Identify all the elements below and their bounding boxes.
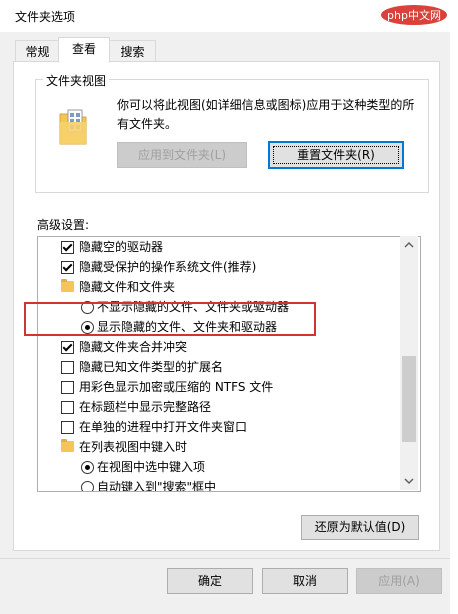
item-label: 用彩色显示加密或压缩的 NTFS 文件 — [79, 380, 274, 394]
tab-label: 查看 — [71, 42, 96, 56]
radio-button[interactable] — [81, 461, 94, 474]
button-label: 还原为默认值(D) — [314, 520, 406, 534]
checkbox[interactable] — [61, 361, 74, 374]
footer-divider — [0, 558, 450, 559]
item-label: 隐藏空的驱动器 — [79, 240, 164, 254]
item-label: 在列表视图中键入时 — [79, 440, 188, 454]
checkbox[interactable] — [61, 381, 74, 394]
folder-views-description: 你可以将此视图(如详细信息或图标)应用于这种类型的所有文件夹。 — [117, 98, 415, 131]
folder-icon — [61, 439, 74, 452]
scroll-down-icon[interactable] — [404, 477, 414, 485]
reset-folders-button[interactable]: 重置文件夹(R) — [268, 141, 404, 169]
tab-view[interactable]: 查看 — [58, 37, 110, 63]
advanced-settings-label: 高级设置: — [37, 218, 90, 232]
folder-icon — [61, 279, 74, 292]
background-strip — [450, 0, 458, 614]
button-label: 取消 — [292, 574, 317, 588]
button-label: 应用到文件夹(L) — [137, 148, 227, 162]
folder-view-icon — [59, 109, 87, 145]
tab-general[interactable]: 常规 — [15, 40, 60, 63]
checkbox[interactable] — [61, 341, 74, 354]
scroll-up-icon[interactable] — [404, 241, 414, 249]
tab-label: 常规 — [25, 45, 50, 59]
checkbox[interactable] — [61, 241, 74, 254]
php-logo: php中文网 — [381, 5, 447, 25]
button-label: 应用(A) — [378, 574, 420, 588]
checkbox[interactable] — [61, 421, 74, 434]
item-label: 隐藏受保护的操作系统文件(推荐) — [79, 260, 257, 274]
apply-button[interactable]: 应用(A) — [356, 568, 442, 594]
item-label: 隐藏文件和文件夹 — [79, 280, 176, 294]
item-label: 自动键入到"搜索"框中 — [97, 480, 217, 492]
cancel-button[interactable]: 取消 — [262, 568, 348, 594]
item-label: 在单独的进程中打开文件夹窗口 — [79, 420, 248, 434]
item-label: 在视图中选中键入项 — [97, 460, 206, 474]
checkbox[interactable] — [61, 401, 74, 414]
window-title: 文件夹选项 — [15, 10, 76, 24]
item-label: 在标题栏中显示完整路径 — [79, 400, 212, 414]
tab-search[interactable]: 搜索 — [109, 40, 156, 63]
highlight-annotation-box — [24, 302, 316, 336]
tab-label: 搜索 — [120, 45, 145, 59]
apply-to-folders-button[interactable]: 应用到文件夹(L) — [117, 142, 247, 168]
scrollbar-thumb[interactable] — [402, 356, 416, 442]
radio-button[interactable] — [81, 481, 94, 491]
checkbox[interactable] — [61, 261, 74, 274]
restore-defaults-button[interactable]: 还原为默认值(D) — [301, 515, 419, 540]
button-label: 重置文件夹(R) — [297, 148, 375, 162]
logo-text: php中文网 — [387, 8, 441, 22]
item-label: 隐藏文件夹合并冲突 — [79, 340, 188, 354]
folder-views-title: 文件夹视图 — [43, 72, 110, 89]
ok-button[interactable]: 确定 — [167, 568, 253, 594]
button-label: 确定 — [197, 574, 222, 588]
item-label: 隐藏已知文件类型的扩展名 — [79, 360, 224, 374]
advanced-settings-list[interactable]: 隐藏空的驱动器 隐藏受保护的操作系统文件(推荐) 隐藏文件和文件夹 不显示隐藏的… — [37, 236, 421, 492]
